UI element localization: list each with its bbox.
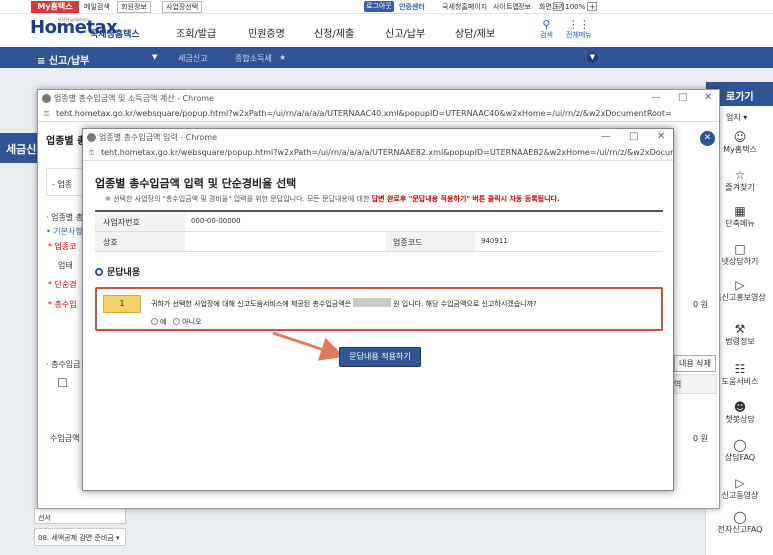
member-info-button[interactable]: 회원정보	[117, 1, 151, 13]
question-box: 1 귀하가 선택한 사업장에 대해 신고도움서비스에 제공된 총수입금액은 원 입…	[95, 287, 663, 331]
nav-certificate[interactable]: 민원증명	[248, 25, 285, 40]
chrome-icon	[42, 94, 51, 103]
logout-button[interactable]: 로그아웃	[364, 1, 394, 12]
breadcrumb-item-tax[interactable]: 세금신고	[178, 53, 207, 64]
side-panel-dropdown[interactable]: 업지 ▾	[726, 112, 747, 123]
sitemap-link[interactable]: 사이트맵	[493, 1, 519, 13]
outer-label: · 업종별 총	[46, 213, 84, 222]
side-item-efile-faq[interactable]: ◯ 전자신고FAQ	[706, 510, 773, 535]
row-checkbox[interactable]	[58, 378, 67, 387]
bg-list-item[interactable]: 08. 세액공제 감면 준비금 ▾	[34, 528, 126, 546]
header-search[interactable]: ⚲ 검색	[540, 19, 553, 40]
tax-portal-link[interactable]: 국세청홈페이지	[442, 1, 487, 13]
outer-label: 업태	[58, 261, 73, 270]
faq2-icon: ◯	[733, 510, 747, 524]
outer-window-titlebar: 업종별 총수입금액 및 소득금액 계산 - Chrome — □ ✕	[38, 90, 719, 107]
yes-label: 예	[160, 318, 167, 326]
outer-label: * 단순경	[48, 280, 77, 289]
inner-popup-window: 업종별 총수입금액 입력 - Chrome — □ ✕ ⚿ teht.homet…	[82, 128, 674, 491]
close-icon[interactable]: ✕	[700, 131, 715, 146]
biz-select-button[interactable]: 사업장선택	[162, 1, 203, 13]
top-utility-bar: My홈택스 메일검색 회원정보 사업장선택 로그아웃 인증센터 국세청홈페이지 …	[0, 0, 773, 14]
outer-label: - 업종	[52, 180, 73, 189]
question-text: 귀하가 선택한 사업장에 대해 신고도움서비스에 제공된 총수입금액은 원 입니다…	[151, 298, 537, 308]
info-link[interactable]: 정보	[518, 1, 531, 13]
no-label: 아니오	[182, 318, 202, 326]
header-all-menu[interactable]: ⋮⋮ 전체메뉴	[566, 19, 592, 40]
company-name-value	[185, 232, 191, 251]
industry-code-label: 업종코드	[385, 232, 475, 251]
nav-inquiry[interactable]: 조회/발급	[176, 25, 216, 40]
question-number: 1	[103, 295, 141, 313]
nav-counsel[interactable]: 상담/제보	[455, 25, 495, 40]
nav-filing[interactable]: 신고/납부	[385, 25, 425, 40]
close-icon[interactable]: ✕	[704, 92, 712, 103]
chrome-icon	[87, 133, 96, 142]
answer-radio-group: 예 아니오	[151, 317, 201, 327]
industry-code-value: 940911	[481, 237, 508, 245]
outer-label: * 업종코	[48, 242, 77, 251]
outer-popup-heading: 업종별 총	[46, 136, 87, 147]
outer-label: * 총수입	[48, 300, 77, 309]
popup-heading: 업종별 총수입금액 입력 및 단순경비율 선택	[95, 177, 297, 190]
popup-notice: ※ 선택한 사업장의 "총수입금액 및 경비율" 입력을 위한 문답입니다. 모…	[105, 195, 560, 203]
maximize-icon[interactable]: □	[629, 131, 638, 142]
apply-answers-button[interactable]: 문답내용 적용하기	[339, 347, 421, 367]
qa-section-title: 문답내용	[95, 265, 140, 278]
inner-window-url: ⚿ teht.hometax.go.kr/websquare/popup.htm…	[83, 146, 673, 161]
biz-no-value: 000-00-00000	[191, 217, 241, 225]
maximize-icon[interactable]: □	[678, 92, 687, 103]
masked-amount	[353, 298, 392, 307]
minimize-icon[interactable]: —	[601, 131, 611, 142]
outer-label: · 총수입금	[46, 360, 81, 369]
chevron-down-circle-icon[interactable]: ▼	[587, 52, 598, 63]
delete-content-button[interactable]: 내용 삭제	[674, 355, 716, 372]
search-icon: ⚲	[542, 18, 551, 31]
grid-icon: ⋮⋮	[567, 18, 590, 31]
company-name-label: 상호	[95, 232, 185, 251]
minimize-icon[interactable]: —	[651, 92, 661, 103]
outer-label: 수입금액	[50, 434, 80, 443]
outer-label: • 기본사항	[46, 227, 83, 236]
breadcrumb-bar: ≡ 신고/납부 ▼ 세금신고 종합소득세 ★ ▼	[0, 47, 773, 68]
chevron-down-icon[interactable]: ▼	[152, 53, 157, 61]
zoom-in-button[interactable]: +	[587, 2, 598, 11]
bullet-icon	[95, 268, 103, 276]
bg-page-title: 세금신	[0, 133, 38, 163]
lock-icon: ⚿	[44, 110, 50, 118]
table-row: 상호 업종코드 940911	[95, 232, 663, 252]
outer-window-url: ⚿ teht.hometax.go.kr/websquare/popup.htm…	[38, 107, 719, 122]
outer-amount: 0 원	[693, 434, 708, 443]
outer-amount: 0 원	[693, 300, 708, 309]
mail-link[interactable]: 메일검색	[84, 1, 110, 13]
cert-center-link[interactable]: 인증센터	[399, 1, 425, 13]
zoom-level: 100%	[565, 3, 586, 11]
zoom-control: − 100% +	[553, 1, 598, 13]
breadcrumb-item-income[interactable]: 종합소득세	[235, 53, 272, 64]
zoom-out-button[interactable]: −	[553, 2, 563, 11]
outer-column-header: 역	[674, 380, 682, 389]
star-icon[interactable]: ★	[279, 53, 286, 62]
inner-window-titlebar: 업종별 총수입금액 입력 - Chrome — □ ✕	[83, 129, 673, 146]
yes-radio[interactable]	[151, 318, 158, 325]
table-row: 사업자번호 000-00-00000	[95, 212, 663, 232]
bg-list-item[interactable]: 선서	[34, 508, 126, 524]
close-icon[interactable]: ✕	[657, 131, 665, 142]
no-radio[interactable]	[173, 318, 181, 325]
lock-icon: ⚿	[89, 149, 95, 157]
nav-application[interactable]: 신청/제출	[314, 25, 354, 40]
hometax-logo-sub: 국세청홈택스	[90, 30, 140, 40]
breadcrumb-menu[interactable]: ≡ 신고/납부	[37, 52, 89, 67]
arrow-icon	[272, 331, 345, 361]
biz-no-label: 사업자번호	[95, 212, 185, 231]
myhome-button[interactable]: My홈택스	[31, 1, 79, 13]
business-info-table: 사업자번호 000-00-00000 상호 업종코드 940911	[95, 210, 663, 252]
